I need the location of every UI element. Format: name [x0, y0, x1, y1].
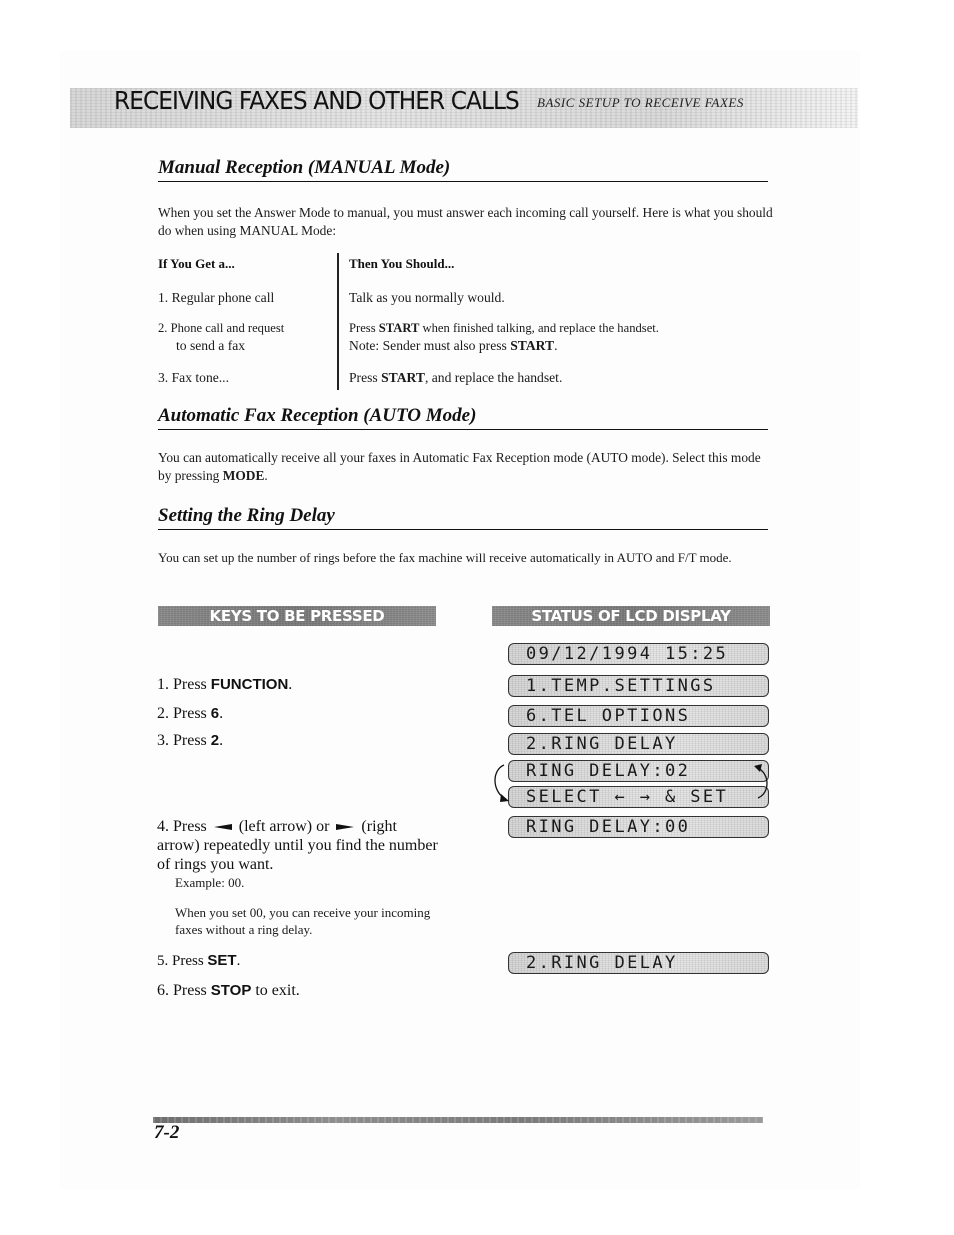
lcd-screen-ring-delay-00: RING DELAY:00	[508, 816, 769, 838]
lcd-screen-select-prompt: SELECT ← → & SET	[508, 786, 769, 808]
text: .	[219, 705, 224, 722]
start-key-label: START	[510, 338, 555, 353]
left-arrow-key-icon	[213, 824, 232, 831]
step-2: 2. Press 6.	[157, 704, 223, 723]
text: .	[236, 953, 241, 969]
step-4: 4. Press (left arrow) or (right arrow) r…	[157, 817, 442, 874]
ring-delay-intro: You can set up the number of rings befor…	[158, 550, 732, 565]
text: 5. Press	[157, 953, 208, 969]
table-row-3-then: Press START, and replace the handset.	[349, 369, 562, 387]
set-key-label: SET	[207, 952, 237, 969]
text: 3. Press	[157, 732, 211, 749]
lcd-screen-ring-delay-final: 2.RING DELAY	[508, 952, 769, 974]
table-row-1-then: Talk as you normally would.	[349, 289, 505, 307]
table-row-2-then-line2: Note: Sender must also press START.	[349, 337, 659, 355]
text: Press	[349, 370, 382, 385]
table-row-2-then: Press START when finished talking, and r…	[349, 319, 659, 355]
text: to exit.	[251, 982, 300, 999]
lcd-screen-ring-delay-02: RING DELAY:02	[508, 760, 769, 782]
table-row-2-if: 2. Phone call and request to send a fax	[158, 319, 284, 355]
keys-to-be-pressed-banner: KEYS TO BE PRESSED	[158, 606, 436, 626]
key-6-label: 6	[210, 705, 220, 722]
text: 4. Press	[157, 818, 211, 835]
table-header-then: Then You Should...	[349, 256, 455, 271]
footer-rule	[153, 1117, 763, 1123]
step-6: 6. Press STOP to exit.	[157, 981, 300, 1000]
step-5: 5. Press SET.	[157, 951, 240, 971]
manual-reception-heading: Manual Reception (MANUAL Mode)	[158, 157, 768, 182]
text: .	[219, 732, 224, 749]
stop-key-label: STOP	[210, 982, 252, 999]
lcd-status-banner: STATUS OF LCD DISPLAY	[492, 606, 770, 626]
auto-reception-heading: Automatic Fax Reception (AUTO Mode)	[158, 405, 768, 430]
table-column-divider	[337, 253, 339, 390]
right-arrow-key-icon	[336, 824, 355, 831]
alternating-display-loop-icon-left	[494, 764, 509, 802]
text: Note: Sender must also press	[349, 338, 511, 353]
key-2-label: 2	[210, 732, 220, 749]
function-key-label: FUNCTION	[210, 676, 289, 693]
alternating-display-loop-icon-right	[754, 764, 768, 799]
chapter-title: RECEIVING FAXES AND OTHER CALLS	[114, 86, 520, 115]
table-row-2-then-line1: Press START when finished talking, and r…	[349, 319, 659, 337]
section-subtitle: BASIC SETUP TO RECEIVE FAXES	[537, 95, 744, 110]
text: (left arrow) or	[234, 818, 334, 835]
lcd-screen-temp-settings: 1.TEMP.SETTINGS	[508, 675, 769, 697]
page-number: 7-2	[154, 1122, 180, 1143]
manual-reception-intro: When you set the Answer Mode to manual, …	[158, 205, 773, 238]
step-1: 1. Press FUNCTION.	[157, 675, 292, 694]
text: .	[264, 468, 268, 483]
table-row-2-if-line1: 2. Phone call and request	[158, 321, 285, 335]
step-4-example: Example: 00.	[175, 875, 245, 890]
ring-delay-heading: Setting the Ring Delay	[158, 505, 768, 530]
text: 6. Press	[157, 982, 211, 999]
lcd-screen-date-time: 09/12/1994 15:25	[508, 643, 769, 665]
table-row-1-if: 1. Regular phone call	[158, 290, 275, 305]
lcd-screen-ring-delay-menu: 2.RING DELAY	[508, 733, 769, 755]
table-row-2-if-line2: to send a fax	[176, 338, 246, 353]
text: .	[288, 676, 293, 693]
auto-reception-text: You can automatically receive all your f…	[158, 449, 773, 485]
table-header-if: If You Get a...	[158, 256, 235, 271]
start-key-label: START	[381, 370, 425, 385]
text: when finished talking, and replace the h…	[419, 321, 659, 335]
table-row-1-then-text: Talk as you normally would.	[349, 290, 505, 305]
mode-key-label: MODE	[222, 468, 265, 483]
text: 1. Press	[157, 676, 211, 693]
step-3: 3. Press 2.	[157, 731, 223, 750]
table-row-3-if: 3. Fax tone...	[158, 370, 229, 385]
text: , and replace the handset.	[424, 370, 563, 385]
text: .	[554, 338, 558, 353]
lcd-screen-tel-options: 6.TEL OPTIONS	[508, 705, 769, 727]
text: Press	[349, 321, 379, 335]
text: 2. Press	[157, 705, 211, 722]
step-4-note: When you set 00, you can receive your in…	[175, 905, 431, 937]
start-key-label: START	[378, 321, 420, 335]
